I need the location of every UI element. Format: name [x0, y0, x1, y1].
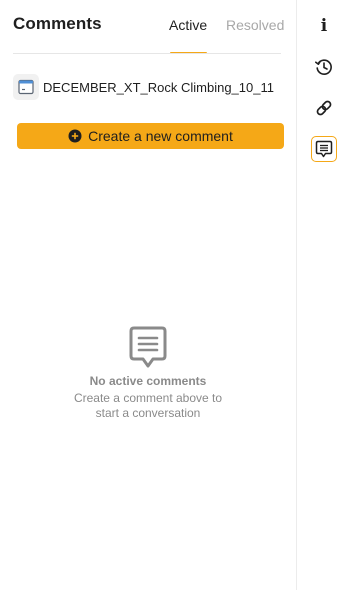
empty-state: No active comments Create a comment abov…	[0, 326, 296, 421]
right-rail: i	[296, 0, 350, 590]
file-row: DECEMBER_XT_Rock Climbing_10_11	[13, 74, 281, 102]
empty-state-subtitle-line-2: start a conversation	[95, 406, 201, 420]
tab-resolved[interactable]: Resolved	[226, 17, 284, 33]
empty-state-subtitle: Create a comment above to start a conver…	[0, 391, 296, 421]
file-name: DECEMBER_XT_Rock Climbing_10_11	[43, 80, 274, 95]
empty-state-subtitle-line-1: Create a comment above to	[73, 391, 223, 405]
history-icon	[315, 59, 332, 75]
header-divider	[13, 53, 281, 54]
comments-screen: Comments Active Resolved DECEMBER_XT_Roc…	[0, 0, 350, 590]
page-title: Comments	[13, 14, 102, 33]
comment-bubble-icon	[129, 326, 167, 368]
comments-button[interactable]	[311, 136, 337, 162]
comments-header: Comments Active Resolved	[0, 0, 296, 54]
comments-panel: Comments Active Resolved DECEMBER_XT_Roc…	[0, 0, 296, 590]
tab-active[interactable]: Active	[169, 17, 207, 33]
link-icon	[316, 100, 332, 116]
info-icon: i	[320, 16, 328, 36]
history-button[interactable]	[311, 54, 337, 80]
info-button[interactable]: i	[311, 13, 337, 39]
create-comment-button[interactable]: Create a new comment	[17, 123, 284, 149]
empty-state-title: No active comments	[89, 374, 207, 388]
file-window-icon	[13, 74, 39, 100]
plus-circle-icon	[68, 129, 82, 143]
comments-icon	[315, 140, 333, 158]
create-comment-label: Create a new comment	[88, 128, 233, 144]
links-button[interactable]	[311, 95, 337, 121]
